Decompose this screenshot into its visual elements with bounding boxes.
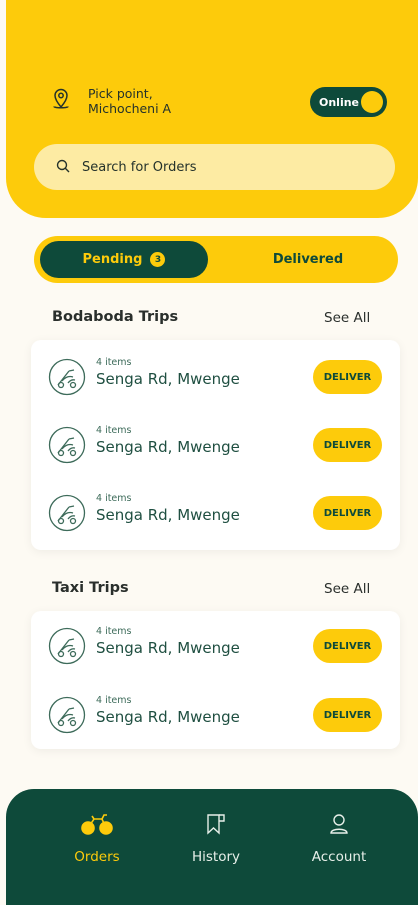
trip-destination: Senga Rd, Mwenge	[96, 370, 240, 388]
deliver-button[interactable]: DELIVER	[313, 698, 382, 732]
deliver-button[interactable]: DELIVER	[313, 629, 382, 663]
search-input[interactable]	[82, 159, 362, 175]
taxi-trips-card: 4 items Senga Rd, Mwenge DELIVER 4 items…	[31, 611, 400, 749]
tab-delivered[interactable]: Delivered	[224, 241, 392, 278]
tab-pending-label: Pending	[82, 252, 143, 267]
bike-avatar-icon	[48, 696, 86, 734]
nav-history[interactable]: History	[171, 813, 261, 865]
online-toggle[interactable]: Online	[310, 87, 387, 117]
trip-item-count: 4 items	[96, 695, 132, 706]
search-icon	[56, 158, 70, 177]
bike-avatar-icon	[48, 494, 86, 532]
trip-destination: Senga Rd, Mwenge	[96, 506, 240, 524]
nav-account[interactable]: Account	[294, 813, 384, 865]
bottom-nav: Orders History Account	[6, 789, 418, 905]
deliver-button[interactable]: DELIVER	[313, 428, 382, 462]
trip-row[interactable]: 4 items Senga Rd, Mwenge DELIVER	[31, 690, 400, 740]
bike-avatar-icon	[48, 358, 86, 396]
section-title-bodaboda: Bodaboda Trips	[52, 309, 179, 325]
deliver-button[interactable]: DELIVER	[313, 496, 382, 530]
trip-item-count: 4 items	[96, 493, 132, 504]
trip-item-count: 4 items	[96, 357, 132, 368]
toggle-knob	[361, 91, 383, 113]
tab-pending[interactable]: Pending 3	[40, 241, 208, 278]
bike-avatar-icon	[48, 627, 86, 665]
bodaboda-trips-card: 4 items Senga Rd, Mwenge DELIVER 4 items…	[31, 340, 400, 550]
search-bar[interactable]	[34, 144, 395, 190]
trip-destination: Senga Rd, Mwenge	[96, 438, 240, 456]
history-icon	[206, 813, 226, 839]
nav-orders-label: Orders	[74, 849, 120, 865]
see-all-bodaboda-link[interactable]: See All	[324, 310, 370, 326]
order-status-tabs: Pending 3 Delivered	[34, 236, 398, 283]
trip-item-count: 4 items	[96, 626, 132, 637]
location-pin-icon	[50, 86, 72, 114]
tab-delivered-label: Delivered	[272, 252, 344, 267]
trip-destination: Senga Rd, Mwenge	[96, 708, 240, 726]
section-title-taxi: Taxi Trips	[52, 580, 129, 596]
bike-avatar-icon	[48, 426, 86, 464]
nav-history-label: History	[191, 849, 241, 865]
trip-destination: Senga Rd, Mwenge	[96, 639, 240, 657]
bicycle-icon	[80, 813, 114, 839]
trip-row[interactable]: 4 items Senga Rd, Mwenge DELIVER	[31, 488, 400, 538]
pick-point-location: Michocheni A	[88, 101, 172, 116]
trip-row[interactable]: 4 items Senga Rd, Mwenge DELIVER	[31, 621, 400, 671]
header: Pick point, Michocheni A Online	[6, 0, 418, 218]
deliver-button[interactable]: DELIVER	[313, 360, 382, 394]
pending-count-badge: 3	[150, 252, 166, 267]
nav-orders[interactable]: Orders	[52, 813, 142, 865]
online-toggle-label: Online	[319, 95, 360, 109]
user-icon	[329, 813, 349, 839]
pick-point-label: Pick point,	[88, 86, 153, 101]
trip-row[interactable]: 4 items Senga Rd, Mwenge DELIVER	[31, 420, 400, 470]
pick-point[interactable]: Pick point, Michocheni A	[50, 86, 171, 116]
trip-item-count: 4 items	[96, 425, 132, 436]
trip-row[interactable]: 4 items Senga Rd, Mwenge DELIVER	[31, 352, 400, 402]
see-all-taxi-link[interactable]: See All	[324, 581, 370, 597]
nav-account-label: Account	[311, 849, 367, 865]
